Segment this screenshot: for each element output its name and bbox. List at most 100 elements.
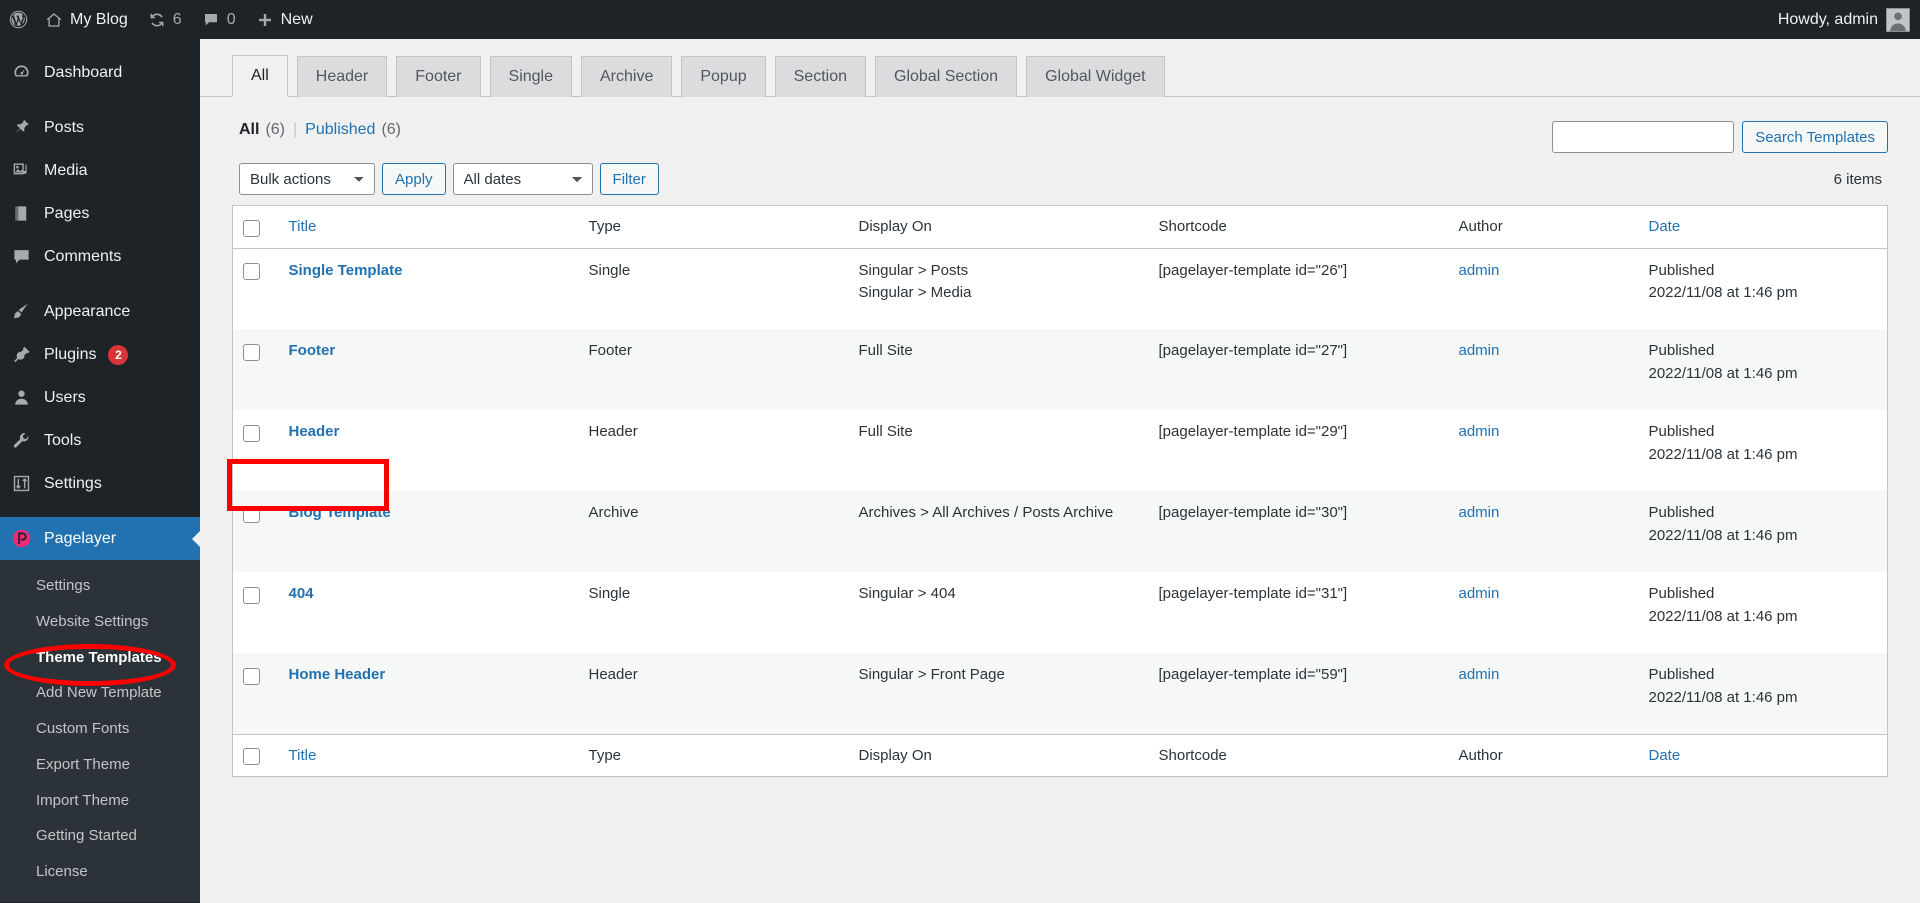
sidebar-item-pagelayer[interactable]: Pagelayer <box>0 517 200 560</box>
sidebar-item-plugins[interactable]: Plugins 2 <box>0 333 200 376</box>
template-title-link[interactable]: Home Header <box>289 666 386 683</box>
table-row[interactable]: Home Header Header Singular > Front Page… <box>232 653 1888 735</box>
sort-date-link-footer[interactable]: Date <box>1649 747 1681 764</box>
bulk-actions-select[interactable]: Bulk actions <box>239 163 375 196</box>
table-row[interactable]: Single Template Single Singular > Posts … <box>233 248 1888 329</box>
template-title-link[interactable]: Footer <box>289 342 336 359</box>
column-footer-title[interactable]: Title <box>279 734 579 777</box>
row-shortcode-cell: [pagelayer-template id="26"] <box>1158 261 1348 279</box>
sidebar-submenu-custom-fonts[interactable]: Custom Fonts <box>0 711 200 747</box>
sidebar-submenu-website-settings[interactable]: Website Settings <box>0 604 200 640</box>
new-content-menu[interactable]: New <box>246 0 323 39</box>
sidebar-item-media[interactable]: Media <box>0 149 200 192</box>
sidebar-submenu-theme-templates[interactable]: Theme Templates <box>0 640 200 676</box>
table-row[interactable]: Footer Footer Full Site [pagelayer-templ… <box>232 329 1888 411</box>
menu-separator-2 <box>0 278 200 290</box>
row-title-cell: Header <box>279 410 579 491</box>
sort-title-link[interactable]: Title <box>289 218 317 235</box>
tab-popup[interactable]: Popup <box>681 56 766 98</box>
site-name-menu[interactable]: My Blog <box>35 0 138 39</box>
sidebar-item-label: Settings <box>44 474 102 492</box>
author-link[interactable]: admin <box>1459 504 1500 521</box>
table-row[interactable]: Header Header Full Site [pagelayer-templ… <box>233 410 1888 491</box>
row-checkbox[interactable] <box>243 343 260 361</box>
display-on-value: Singular > 404 <box>858 585 956 603</box>
row-select-cell <box>233 329 279 410</box>
author-link[interactable]: admin <box>1459 585 1500 602</box>
sort-date-link[interactable]: Date <box>1649 218 1681 235</box>
sidebar-item-comments[interactable]: Comments <box>0 235 200 278</box>
sort-title-link-footer[interactable]: Title <box>289 747 317 764</box>
author-link[interactable]: admin <box>1459 666 1500 683</box>
row-checkbox[interactable] <box>243 667 260 685</box>
sidebar-item-users[interactable]: Users <box>0 376 200 419</box>
sidebar-item-pages[interactable]: Pages <box>0 192 200 235</box>
comments-menu[interactable]: 0 <box>192 0 246 39</box>
date-value: 2022/11/08 at 1:46 pm <box>1648 607 1798 625</box>
select-all-checkbox-footer[interactable] <box>243 748 260 766</box>
sidebar-item-label: Appearance <box>44 302 131 320</box>
column-footer-date[interactable]: Date <box>1639 734 1888 777</box>
row-display-on-cell: Singular > Posts Singular > Media <box>849 248 1149 329</box>
sidebar-item-label: Pages <box>44 204 90 222</box>
tab-single[interactable]: Single <box>489 56 572 98</box>
sidebar-submenu-add-new-template[interactable]: Add New Template <box>0 675 200 711</box>
tab-header[interactable]: Header <box>296 56 388 98</box>
my-account-menu[interactable]: Howdy, admin <box>1777 7 1920 32</box>
plug-icon <box>10 344 32 366</box>
sidebar-submenu-license[interactable]: License <box>0 854 200 890</box>
sidebar-submenu-export-theme[interactable]: Export Theme <box>0 747 200 783</box>
tab-all[interactable]: All <box>232 55 288 98</box>
wordpress-logo-button[interactable] <box>0 0 35 39</box>
tab-footer[interactable]: Footer <box>396 56 481 98</box>
view-published-label[interactable]: Published <box>305 121 375 139</box>
search-templates-button[interactable]: Search Templates <box>1742 121 1888 154</box>
sidebar-item-dashboard[interactable]: Dashboard <box>0 51 200 94</box>
column-header-author: Author <box>1458 218 1503 236</box>
updates-menu[interactable]: 6 <box>138 0 192 39</box>
date-filter-select[interactable]: All dates <box>452 163 593 196</box>
template-title-link[interactable]: 404 <box>289 585 314 602</box>
row-checkbox[interactable] <box>243 263 260 281</box>
row-checkbox[interactable] <box>243 505 260 523</box>
filter-button[interactable]: Filter <box>599 163 659 196</box>
sidebar-item-appearance[interactable]: Appearance <box>0 290 200 333</box>
date-status: Published <box>1648 423 1715 441</box>
date-value: 2022/11/08 at 1:46 pm <box>1648 526 1798 544</box>
sidebar-submenu-getting-started[interactable]: Getting Started <box>0 818 200 854</box>
template-title-link[interactable]: Single Template <box>289 262 403 279</box>
tab-global-widget[interactable]: Global Widget <box>1026 56 1165 98</box>
author-link[interactable]: admin <box>1459 262 1500 279</box>
row-select-cell <box>233 653 279 734</box>
howdy-label: Howdy, admin <box>1777 10 1878 28</box>
menu-separator-1 <box>0 94 200 106</box>
row-select-cell <box>233 248 279 329</box>
view-all-label[interactable]: All <box>239 121 259 139</box>
template-title-link[interactable]: Blog Template <box>289 504 391 521</box>
template-title-link[interactable]: Header <box>289 423 340 440</box>
table-row[interactable]: 404 Single Singular > 404 [pagelayer-tem… <box>233 572 1888 653</box>
display-on-value: Singular > Front Page <box>858 666 1005 684</box>
pagelayer-logo-icon <box>10 528 32 550</box>
row-checkbox[interactable] <box>243 424 260 442</box>
column-header-title[interactable]: Title <box>279 206 579 249</box>
column-header-shortcode: Shortcode <box>1158 218 1227 236</box>
sidebar-submenu-import-theme[interactable]: Import Theme <box>0 783 200 819</box>
sidebar-item-settings[interactable]: Settings <box>0 462 200 505</box>
select-all-checkbox[interactable] <box>243 219 260 237</box>
sidebar-submenu-settings[interactable]: Settings <box>0 568 200 604</box>
sidebar-item-tools[interactable]: Tools <box>0 419 200 462</box>
sidebar-item-posts[interactable]: Posts <box>0 106 200 149</box>
author-link[interactable]: admin <box>1459 423 1500 440</box>
apply-button[interactable]: Apply <box>382 163 446 196</box>
row-shortcode-cell: [pagelayer-template id="27"] <box>1158 342 1348 360</box>
tab-archive[interactable]: Archive <box>581 56 673 98</box>
row-checkbox[interactable] <box>243 586 260 604</box>
search-input[interactable] <box>1552 121 1735 154</box>
row-date-cell: Published 2022/11/08 at 1:46 pm <box>1639 653 1888 734</box>
table-row[interactable]: Blog Template Archive Archives > All Arc… <box>232 491 1888 573</box>
tab-global-section[interactable]: Global Section <box>875 56 1018 98</box>
column-header-date[interactable]: Date <box>1639 206 1888 249</box>
author-link[interactable]: admin <box>1459 342 1500 359</box>
tab-section[interactable]: Section <box>774 56 866 98</box>
